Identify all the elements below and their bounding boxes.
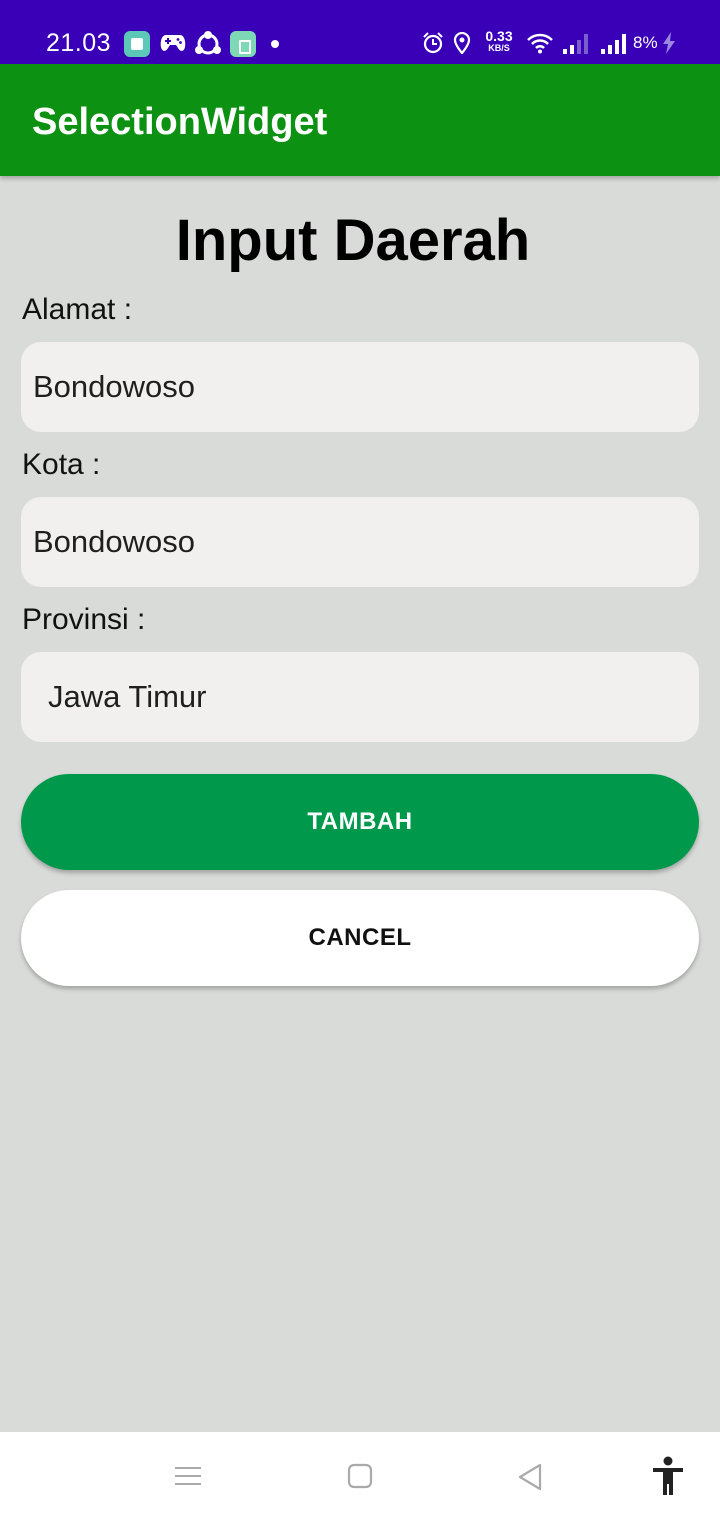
address-value: Bondowoso — [33, 369, 196, 404]
city-value: Bondowoso — [33, 524, 196, 559]
signal-sim1-icon — [563, 34, 588, 54]
navigation-bar — [0, 1432, 720, 1520]
location-icon — [453, 32, 471, 54]
city-field[interactable]: Bondowoso — [21, 497, 699, 587]
network-speed-value: 0.33 — [485, 28, 513, 44]
app-bar: SelectionWidget — [0, 64, 720, 176]
province-dropdown[interactable]: Jawa Timur — [21, 652, 699, 742]
add-button[interactable]: TAMBAH — [21, 774, 699, 870]
city-label: Kota : — [22, 448, 101, 481]
battery-percentage: 8% — [633, 33, 658, 52]
menu-icon[interactable] — [174, 1464, 202, 1488]
share-icon — [195, 31, 221, 55]
more-notifications-dot — [271, 40, 279, 48]
alarm-icon — [423, 32, 443, 54]
back-icon[interactable] — [516, 1462, 544, 1492]
home-icon[interactable] — [346, 1462, 374, 1490]
app-notification-icon — [124, 31, 150, 57]
app-store-icon — [230, 31, 256, 57]
province-selected-value: Jawa Timur — [48, 679, 207, 714]
cancel-button-label: CANCEL — [308, 924, 412, 951]
network-speed: 0.33 KB/S — [481, 28, 517, 53]
game-controller-icon — [160, 35, 186, 51]
address-label: Alamat : — [22, 293, 133, 326]
accessibility-icon[interactable] — [651, 1456, 685, 1496]
signal-sim2-icon — [601, 34, 626, 54]
battery-charging-icon — [663, 32, 675, 54]
app-title: SelectionWidget — [32, 101, 328, 143]
province-label: Provinsi : — [22, 603, 146, 636]
address-field[interactable]: Bondowoso — [21, 342, 699, 432]
status-bar: 21.03 0.33 KB/S 8% — [0, 0, 720, 64]
add-button-label: TAMBAH — [307, 808, 413, 835]
page-heading: Input Daerah — [175, 208, 531, 273]
network-speed-unit: KB/S — [488, 43, 510, 53]
cancel-button[interactable]: CANCEL — [21, 890, 699, 986]
wifi-icon — [527, 33, 553, 54]
status-time: 21.03 — [46, 29, 112, 57]
